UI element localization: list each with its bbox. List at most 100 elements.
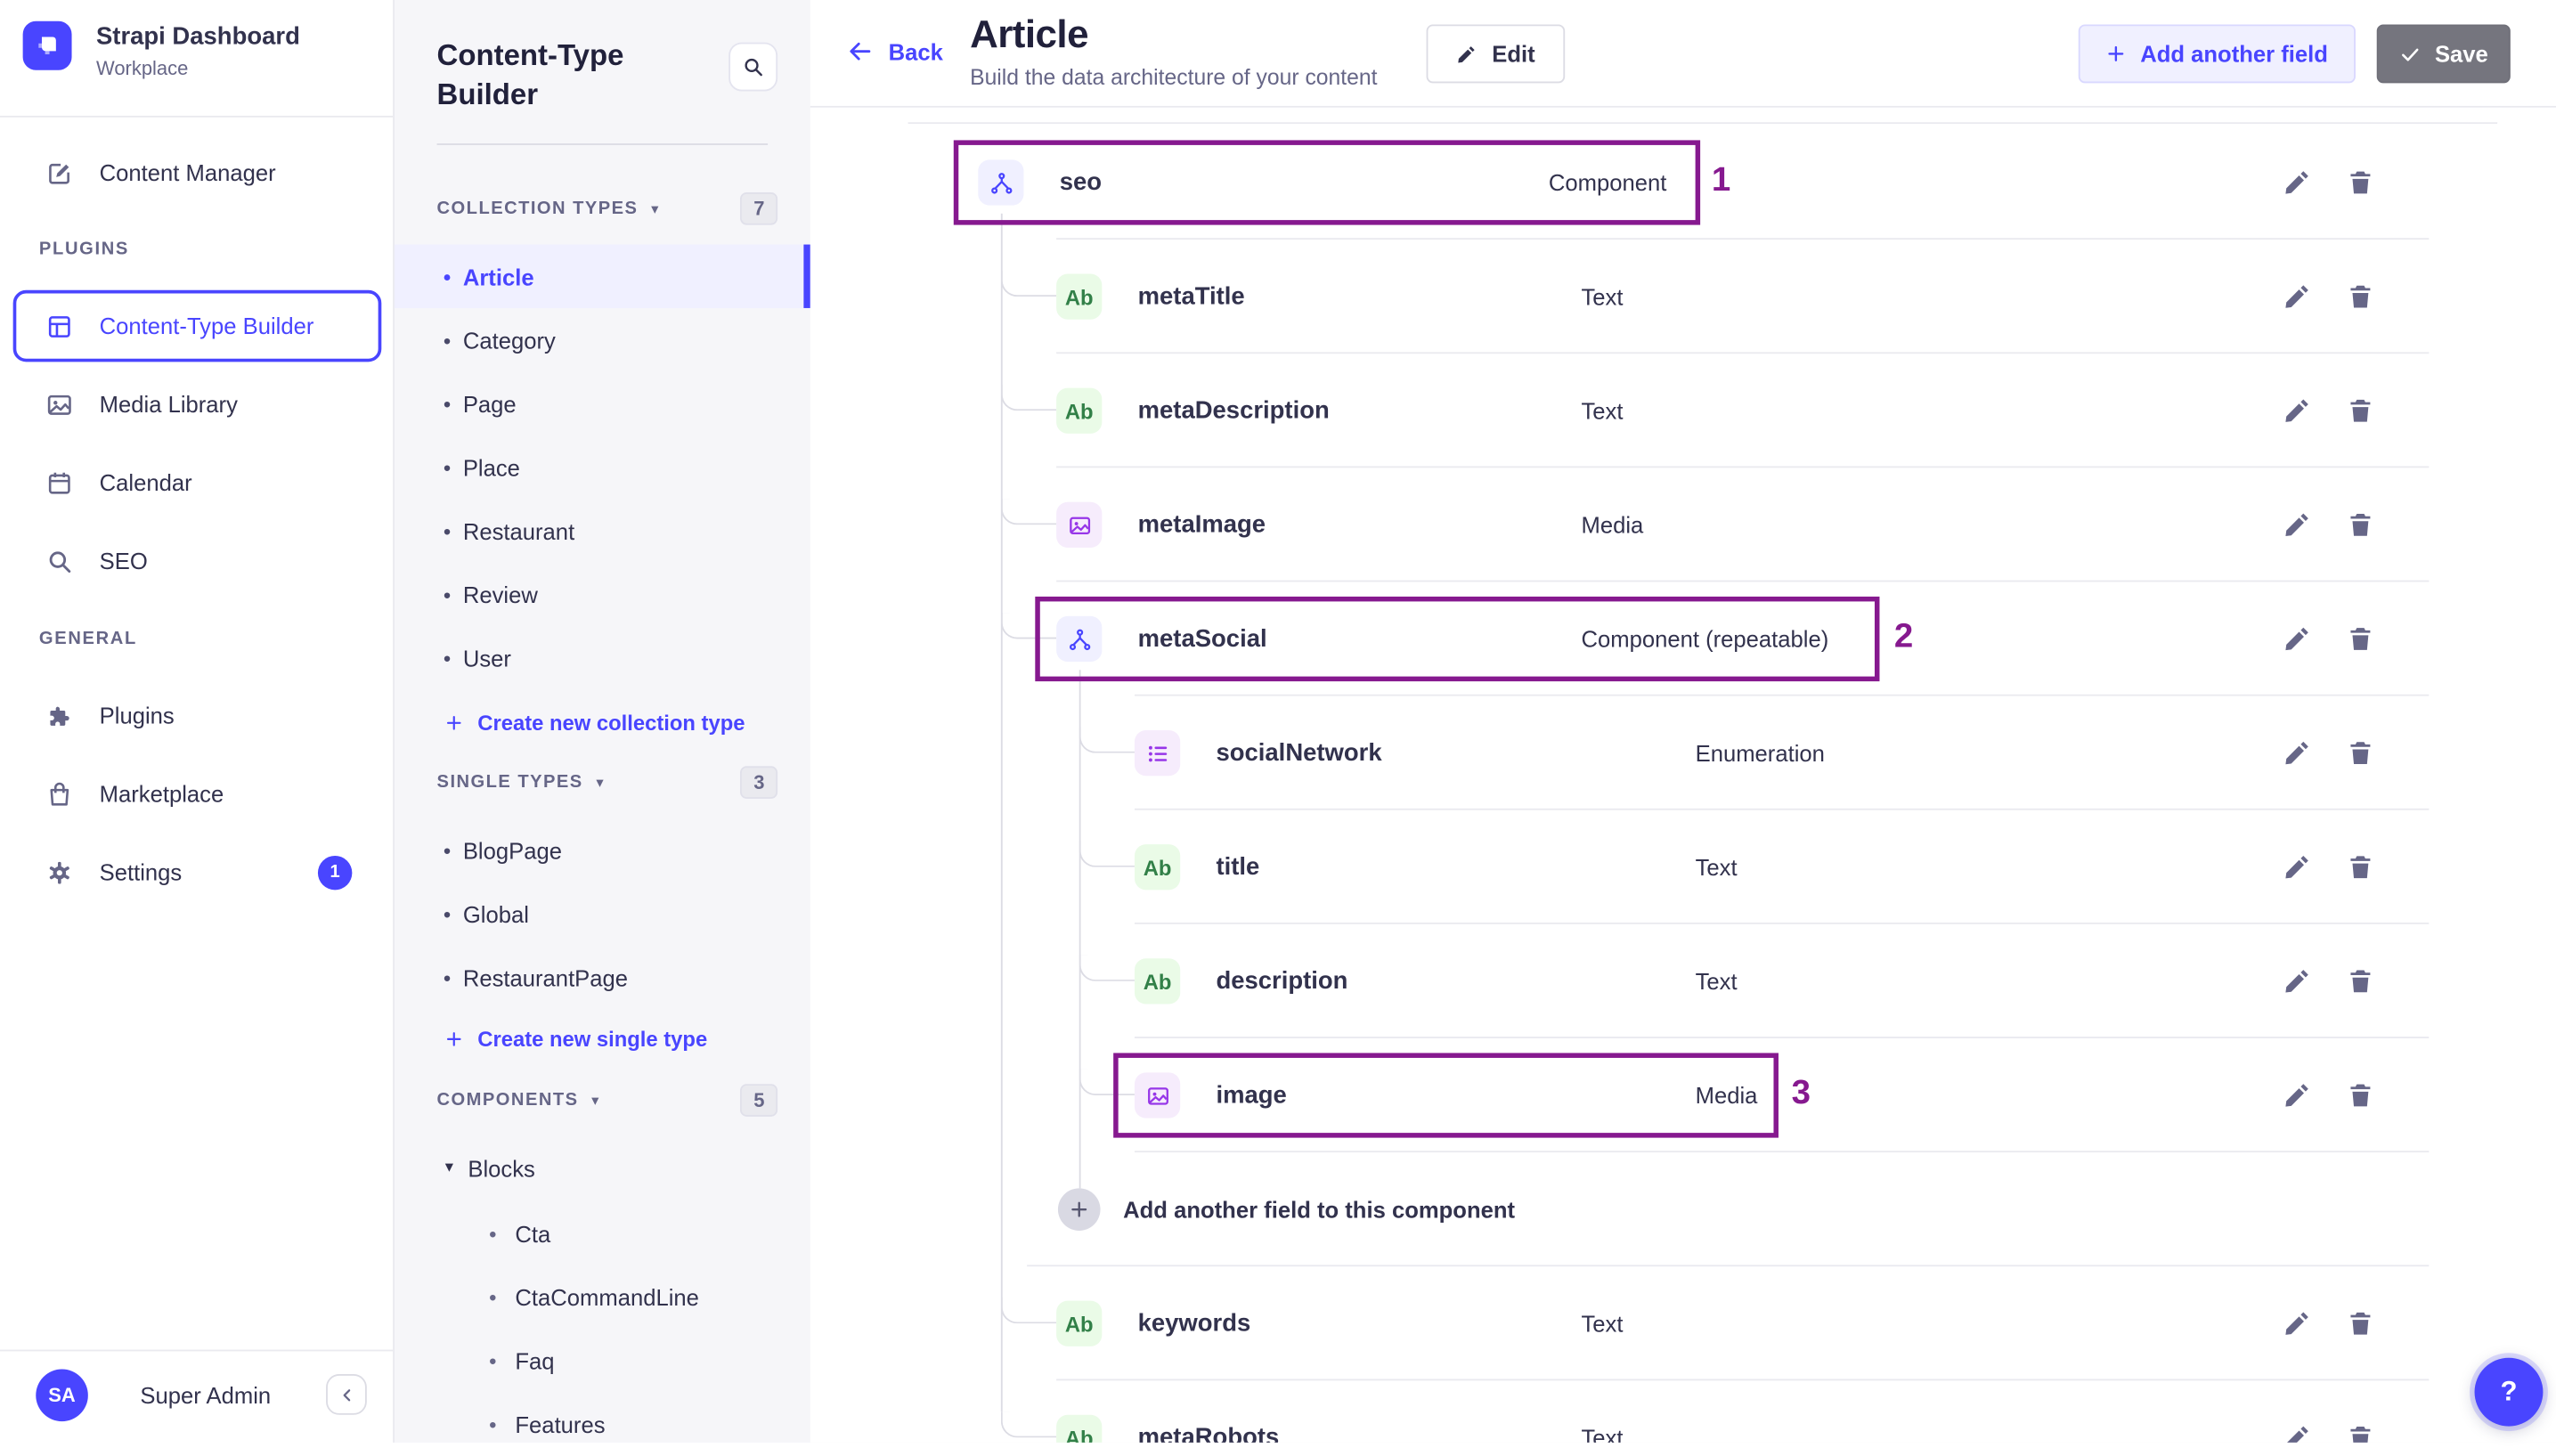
field-name: seo xyxy=(1059,168,1103,197)
nav-item-restaurantpage[interactable]: • RestaurantPage xyxy=(395,946,810,1009)
bullet-icon: • xyxy=(443,645,452,671)
nav-item-page[interactable]: • Page xyxy=(395,371,810,435)
plus-icon xyxy=(2106,44,2126,63)
nav-item-global[interactable]: • Global xyxy=(395,882,810,945)
field-name: keywords xyxy=(1137,1309,1251,1338)
field-row-metatitle: Ab metaTitle Text xyxy=(810,240,2556,354)
sidebar-item-content-manager[interactable]: Content Manager xyxy=(13,140,382,205)
search-icon xyxy=(45,547,73,574)
nav-item-faq[interactable]: • Faq xyxy=(395,1329,810,1392)
write-icon xyxy=(45,159,73,186)
save-button[interactable]: Save xyxy=(2376,24,2511,84)
edit-button[interactable]: Edit xyxy=(1426,24,1566,84)
count-badge: 7 xyxy=(740,191,778,225)
annotation-number-1: 1 xyxy=(1711,161,1731,199)
field-row-keywords: Ab keywords Text xyxy=(810,1266,2556,1381)
delete-field-button[interactable] xyxy=(2346,396,2375,426)
add-field-to-component-row[interactable]: Add another field to this component xyxy=(810,1152,2556,1267)
nav-item-ctacommandline[interactable]: • CtaCommandLine xyxy=(395,1265,810,1328)
sidebar-item-seo[interactable]: SEO xyxy=(13,528,382,593)
plus-icon xyxy=(1057,1188,1101,1231)
row-actions xyxy=(2283,1309,2375,1338)
component-field-icon xyxy=(1056,615,1103,663)
calendar-icon xyxy=(45,468,73,496)
field-row-metadescription: Ab metaDescription Text xyxy=(810,354,2556,468)
divider xyxy=(908,122,2498,125)
notification-badge: 1 xyxy=(317,855,353,890)
delete-field-button[interactable] xyxy=(2346,282,2375,312)
nav-item-label: Page xyxy=(462,390,517,417)
field-name: metaSocial xyxy=(1137,624,1267,654)
delete-field-button[interactable] xyxy=(2346,624,2375,654)
user-menu[interactable]: SA Super Admin xyxy=(36,1369,272,1422)
delete-field-button[interactable] xyxy=(2346,1309,2375,1338)
create-collection-type-link[interactable]: Create new collection type xyxy=(445,699,745,744)
sidebar-item-plugins[interactable]: Plugins xyxy=(13,683,382,748)
single-types-section-header[interactable]: SINGLE TYPES ▾ 3 xyxy=(437,766,778,799)
bullet-icon: • xyxy=(443,582,452,606)
edit-field-button[interactable] xyxy=(2283,624,2312,654)
delete-field-button[interactable] xyxy=(2346,510,2375,540)
edit-field-button[interactable] xyxy=(2283,1081,2312,1110)
general-section-label: GENERAL xyxy=(38,629,137,649)
pencil-icon xyxy=(2283,1081,2312,1110)
components-group-blocks[interactable]: ▾ Blocks xyxy=(445,1148,535,1191)
bullet-icon: • xyxy=(489,1220,497,1246)
delete-field-button[interactable] xyxy=(2346,168,2375,198)
create-single-type-link[interactable]: Create new single type xyxy=(445,1015,707,1061)
add-another-field-button[interactable]: Add another field xyxy=(2078,24,2356,84)
group-label: Blocks xyxy=(468,1155,535,1183)
pencil-icon xyxy=(2283,510,2312,540)
edit-field-button[interactable] xyxy=(2283,738,2312,768)
count-badge: 3 xyxy=(740,766,778,799)
field-type: Media xyxy=(1581,511,1644,539)
row-actions xyxy=(2283,624,2375,654)
app-window: Strapi Dashboard Workplace Content Manag… xyxy=(0,0,2556,1443)
components-section-header[interactable]: COMPONENTS ▾ 5 xyxy=(437,1084,778,1117)
main-sidebar: Strapi Dashboard Workplace Content Manag… xyxy=(0,0,395,1443)
edit-field-button[interactable] xyxy=(2283,1309,2312,1338)
nav-item-cta[interactable]: • Cta xyxy=(395,1201,810,1265)
text-field-icon: Ab xyxy=(1134,844,1181,891)
sidebar-item-settings[interactable]: Settings 1 xyxy=(13,840,382,905)
plus-icon xyxy=(445,713,463,731)
nav-item-article[interactable]: • Article xyxy=(394,244,810,308)
nav-item-place[interactable]: • Place xyxy=(395,435,810,499)
search-button[interactable] xyxy=(729,42,778,92)
nav-item-restaurant[interactable]: • Restaurant xyxy=(395,499,810,562)
edit-field-button[interactable] xyxy=(2283,282,2312,312)
nav-item-review[interactable]: • Review xyxy=(395,562,810,625)
edit-field-button[interactable] xyxy=(2283,510,2312,540)
delete-field-button[interactable] xyxy=(2346,852,2375,882)
nav-item-category[interactable]: • Category xyxy=(395,308,810,371)
nav-item-blogpage[interactable]: • BlogPage xyxy=(395,818,810,882)
nav-item-label: Review xyxy=(462,581,538,607)
sidebar-item-calendar[interactable]: Calendar xyxy=(13,450,382,515)
edit-field-button[interactable] xyxy=(2283,966,2312,996)
user-name: Super Admin xyxy=(140,1382,272,1409)
edit-field-button[interactable] xyxy=(2283,396,2312,426)
nav-item-label: BlogPage xyxy=(462,836,562,864)
edit-field-button[interactable] xyxy=(2283,1423,2312,1443)
delete-field-button[interactable] xyxy=(2346,1423,2375,1443)
field-type: Enumeration xyxy=(1695,740,1825,767)
sidebar-item-content-type-builder[interactable]: Content-Type Builder xyxy=(12,289,382,362)
edit-field-button[interactable] xyxy=(2283,168,2312,198)
text-field-icon: Ab xyxy=(1056,1414,1103,1443)
collapse-sidebar-button[interactable] xyxy=(326,1374,367,1415)
collection-types-section-header[interactable]: COLLECTION TYPES ▾ 7 xyxy=(437,191,778,225)
edit-field-button[interactable] xyxy=(2283,852,2312,882)
sidebar-item-media-library[interactable]: Media Library xyxy=(13,371,382,436)
nav-item-features[interactable]: • Features xyxy=(395,1392,810,1455)
subnav-title: Content-Type Builder xyxy=(436,38,624,111)
field-row-metaimage: metaImage Media xyxy=(810,468,2556,582)
delete-field-button[interactable] xyxy=(2346,1081,2375,1110)
nav-item-user[interactable]: • User xyxy=(395,626,810,689)
delete-field-button[interactable] xyxy=(2346,966,2375,996)
back-link[interactable]: Back xyxy=(846,37,943,65)
delete-field-button[interactable] xyxy=(2346,738,2375,768)
pencil-icon xyxy=(2283,282,2312,312)
page-title: Article xyxy=(970,12,1088,58)
sidebar-item-marketplace[interactable]: Marketplace xyxy=(13,761,382,826)
help-button[interactable]: ? xyxy=(2474,1357,2544,1427)
